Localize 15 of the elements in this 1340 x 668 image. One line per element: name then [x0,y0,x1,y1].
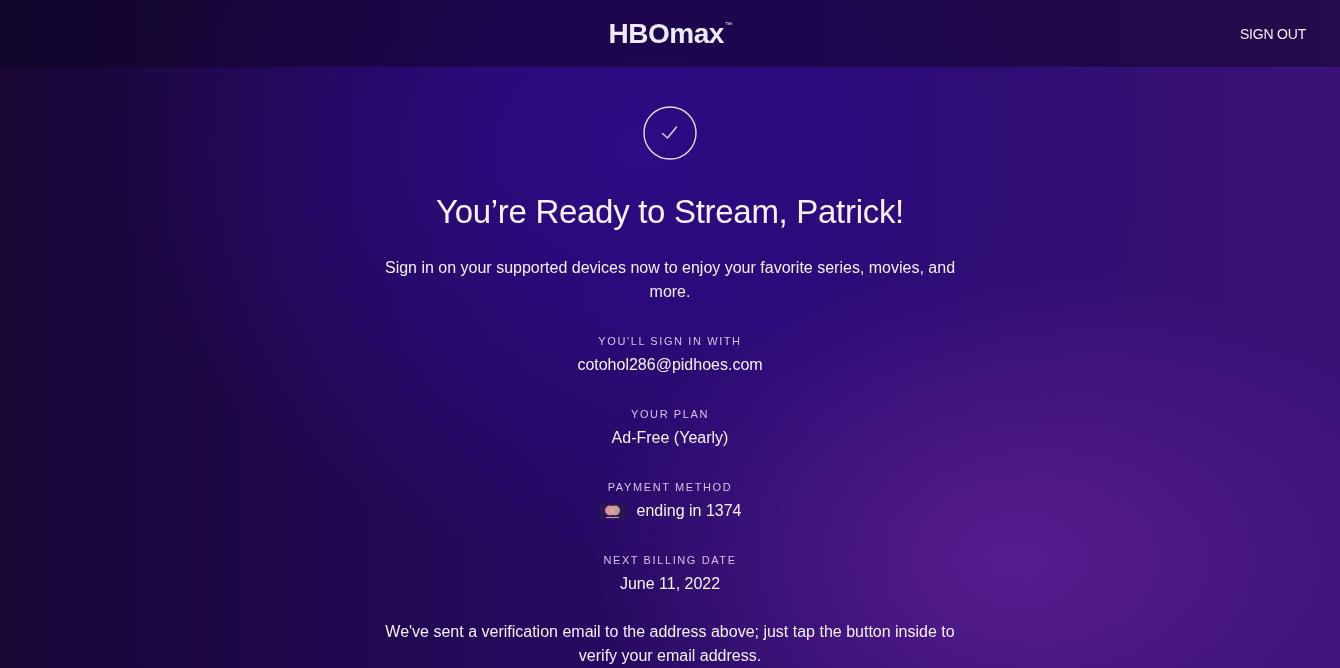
card-logo-icon [598,502,626,520]
verification-note: We've sent a verification email to the address above; just tap the button inside to verify your email address. [384,622,956,666]
detail-label: YOU'LL SIGN IN WITH [598,334,742,349]
welcome-title: You’re Ready to Stream, Patrick! [436,194,904,230]
detail-label: NEXT BILLING DATE [603,553,737,568]
detail-value: ending in 1374 [636,501,742,521]
detail-label: PAYMENT METHOD [607,480,733,495]
sign-out-link[interactable]: SIGN OUT [1239,25,1306,42]
check-circle-icon [643,106,697,160]
logo-text: HBOmax$^{™}$ [608,19,732,48]
intro-message: Sign in on your supported devices now to enjoy your favorite series, movies, and more. [383,258,957,302]
detail-label: YOUR PLAN [631,407,709,422]
detail-value: cotohol286@pidhoes.com [577,355,763,375]
detail-value: June 11, 2022 [619,574,721,594]
detail-value: Ad-Free (Yearly) [611,428,729,448]
